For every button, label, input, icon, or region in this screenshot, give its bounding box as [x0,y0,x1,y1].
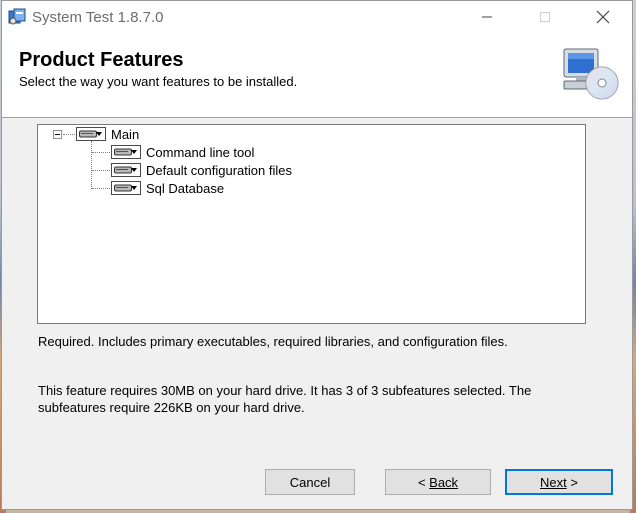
hard-drive-icon [114,184,132,192]
next-arrow-label: > [570,474,578,490]
chevron-down-icon [131,186,137,190]
tree-item-sql-database[interactable]: Sql Database [111,179,224,197]
close-button[interactable] [580,1,626,33]
feature-size-info: This feature requires 30MB on your hard … [38,383,532,415]
tree-connector [92,152,110,153]
hard-drive-icon [114,166,132,174]
window-title: System Test 1.8.7.0 [32,9,164,26]
feature-description: Required. Includes primary executables, … [38,334,508,349]
tree-connector [92,170,110,171]
maximize-button [522,1,568,33]
back-button[interactable]: < Back [385,469,491,495]
minimize-button[interactable] [464,1,510,33]
feature-state-dropdown[interactable] [111,181,141,195]
collapse-toggle[interactable] [53,130,62,139]
chevron-down-icon [131,168,137,172]
chevron-down-icon [131,150,137,154]
chevron-down-icon [96,132,102,136]
computer-cd-icon [558,47,620,105]
tree-connector [92,188,110,189]
next-button[interactable]: Next > [505,469,613,495]
tree-item-command-line-tool[interactable]: Command line tool [111,143,254,161]
cancel-button-label: Cancel [289,474,331,490]
feature-state-dropdown[interactable] [111,145,141,159]
tree-item-label: Sql Database [146,180,225,196]
tree-item-label: Command line tool [146,144,255,160]
installer-app-icon [8,8,26,26]
feature-tree[interactable]: Main Command line tool Default configura… [37,124,586,324]
wizard-header: Product Features Select the way you want… [2,33,632,118]
hard-drive-icon [79,130,97,138]
cancel-button[interactable]: Cancel [265,469,355,495]
tree-item-default-configuration-files[interactable]: Default configuration files [111,161,292,179]
page-title: Product Features [19,49,184,71]
hard-drive-icon [114,148,132,156]
page-subtitle: Select the way you want features to be i… [19,74,298,89]
next-button-label: Next [540,474,567,490]
tree-connector [91,141,92,189]
title-bar[interactable]: System Test 1.8.7.0 [2,1,632,33]
tree-item-label: Main [111,126,140,142]
installer-window: System Test 1.8.7.0 Product Features Sel… [1,0,633,510]
back-button-label: Back [429,474,459,490]
tree-connector [63,134,75,135]
feature-state-dropdown[interactable] [111,163,141,177]
back-arrow-label: < [417,474,426,490]
feature-state-dropdown[interactable] [76,127,106,141]
tree-item-label: Default configuration files [146,162,292,178]
tree-item-main[interactable]: Main [76,125,139,143]
